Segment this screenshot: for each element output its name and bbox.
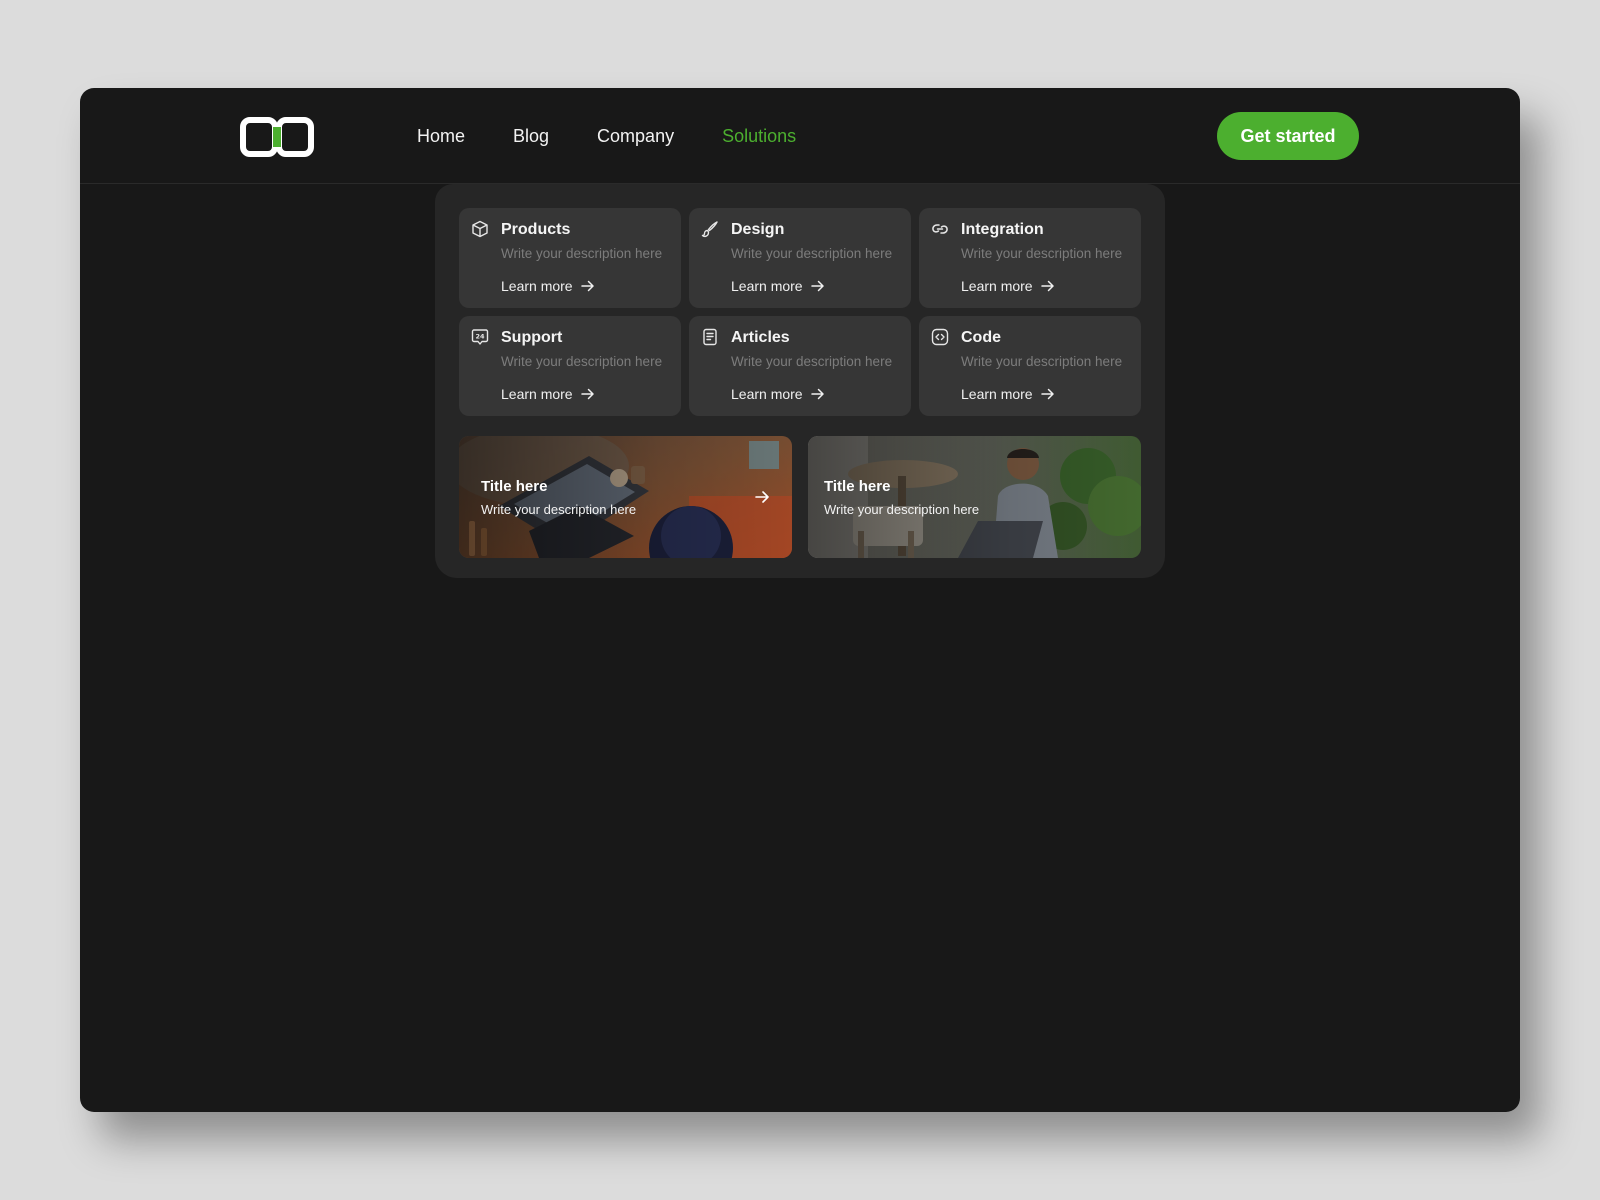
learn-more-link[interactable]: Learn more: [501, 386, 595, 402]
card-title: Support: [501, 329, 563, 346]
feature-description: Write your description here: [824, 502, 980, 517]
arrow-right-icon: [580, 280, 594, 292]
card-title: Design: [731, 221, 785, 238]
code-icon: [931, 328, 949, 346]
learn-more-link[interactable]: Learn more: [961, 386, 1055, 402]
solution-card-support[interactable]: 24 Support Write your description here L…: [459, 316, 681, 416]
brush-icon: [701, 221, 718, 238]
learn-more-label: Learn more: [731, 278, 803, 294]
feature-overlay: [459, 436, 792, 558]
link-icon: [932, 224, 948, 234]
brand-logo-icon[interactable]: [240, 117, 314, 157]
svg-text:24: 24: [475, 333, 485, 341]
box-icon: [472, 220, 488, 238]
solution-card-design[interactable]: Design Write your description here Learn…: [689, 208, 911, 308]
learn-more-label: Learn more: [961, 386, 1033, 402]
nav-company[interactable]: Company: [597, 126, 674, 147]
site-header: Home Blog Company Solutions Get started: [80, 88, 1520, 184]
card-description: Write your description here: [961, 354, 1123, 369]
learn-more-link[interactable]: Learn more: [731, 278, 825, 294]
card-title: Integration: [961, 221, 1044, 238]
solutions-dropdown: Products Write your description here Lea…: [435, 184, 1165, 578]
get-started-button[interactable]: Get started: [1217, 112, 1359, 160]
learn-more-label: Learn more: [731, 386, 803, 402]
feature-card-workspace[interactable]: Title here Write your description here: [808, 436, 1141, 558]
card-title: Articles: [731, 329, 790, 346]
learn-more-link[interactable]: Learn more: [731, 386, 825, 402]
solutions-grid: Products Write your description here Lea…: [459, 208, 1141, 416]
nav-blog[interactable]: Blog: [513, 126, 549, 147]
card-description: Write your description here: [501, 246, 663, 261]
nav-home[interactable]: Home: [417, 126, 465, 147]
card-description: Write your description here: [501, 354, 663, 369]
feature-card-desk[interactable]: Title here Write your description here: [459, 436, 792, 558]
arrow-right-icon: [1040, 280, 1054, 292]
card-description: Write your description here: [961, 246, 1123, 261]
solution-card-articles[interactable]: Articles Write your description here Lea…: [689, 316, 911, 416]
learn-more-link[interactable]: Learn more: [961, 278, 1055, 294]
card-description: Write your description here: [731, 246, 893, 261]
browser-window: Home Blog Company Solutions Get started …: [80, 88, 1520, 1112]
arrow-right-icon: [810, 388, 824, 400]
arrow-right-icon: [810, 280, 824, 292]
learn-more-label: Learn more: [961, 278, 1033, 294]
learn-more-label: Learn more: [501, 278, 573, 294]
nav-solutions[interactable]: Solutions: [722, 126, 796, 147]
solution-card-code[interactable]: Code Write your description here Learn m…: [919, 316, 1141, 416]
feature-title: Title here: [481, 478, 548, 495]
support-24-icon: 24: [471, 329, 489, 345]
card-title: Code: [961, 329, 1001, 346]
arrow-right-icon: [580, 388, 594, 400]
learn-more-label: Learn more: [501, 386, 573, 402]
feature-title: Title here: [824, 478, 891, 495]
arrow-right-icon: [1040, 388, 1054, 400]
feature-description: Write your description here: [481, 502, 637, 517]
solution-card-integration[interactable]: Integration Write your description here …: [919, 208, 1141, 308]
arrow-right-icon[interactable]: [754, 489, 770, 505]
document-icon: [703, 328, 717, 346]
learn-more-link[interactable]: Learn more: [501, 278, 595, 294]
card-description: Write your description here: [731, 354, 893, 369]
main-nav: Home Blog Company Solutions: [417, 88, 844, 184]
feature-overlay: [808, 436, 1141, 558]
card-title: Products: [501, 221, 571, 238]
solution-card-products[interactable]: Products Write your description here Lea…: [459, 208, 681, 308]
